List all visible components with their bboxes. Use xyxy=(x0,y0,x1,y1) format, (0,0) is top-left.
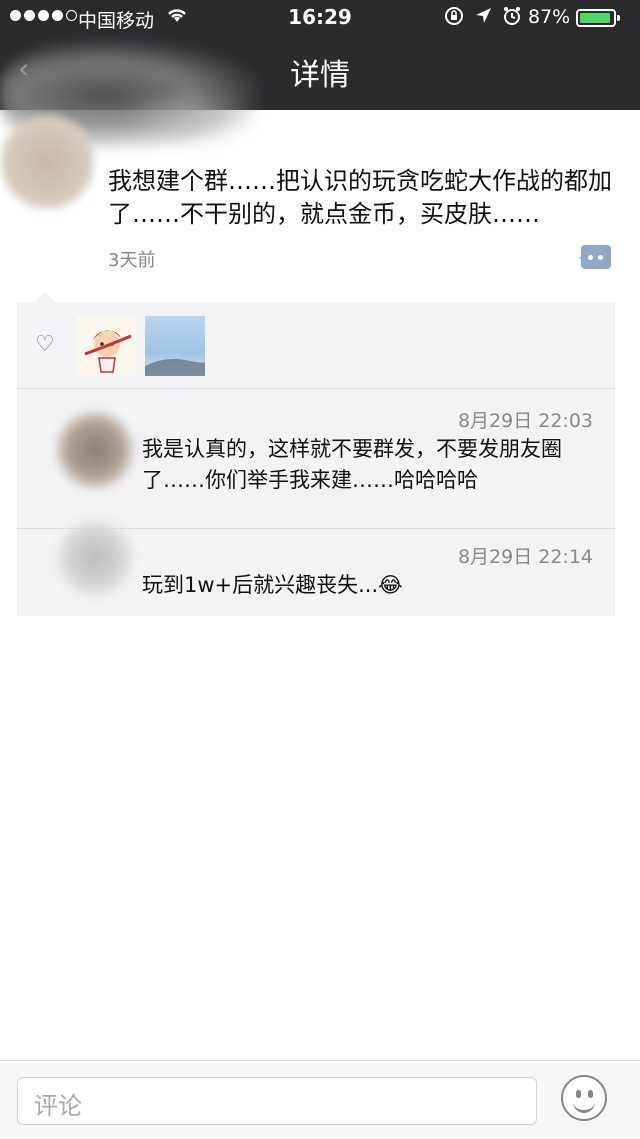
comment-item[interactable]: 8月29日 22:14 玩到1w+后就兴趣丧失...😂 xyxy=(17,518,615,616)
lock-rotation-icon xyxy=(444,6,464,31)
redaction-scribble xyxy=(120,90,260,150)
liker-avatar[interactable] xyxy=(77,316,137,376)
emoji-button[interactable] xyxy=(561,1075,607,1121)
location-icon xyxy=(474,6,492,31)
comment-input[interactable]: 评论 xyxy=(17,1077,537,1125)
post-text: 我想建个群……把认识的玩贪吃蛇大作战的都加了……不干别的，就点金币，买皮肤…… xyxy=(108,167,612,228)
comment-text: 我是认真的，这样就不要群发，不要发朋友圈了……你们举手我来建……哈哈哈哈 xyxy=(142,437,562,492)
comment-input-bar: 评论 xyxy=(0,1060,640,1139)
likes-comments-panel: ♡ 8月29日 22:03 我是认真的，这样就不要群发，不要发朋友圈了……你们举… xyxy=(17,292,615,616)
comment-item[interactable]: 8月29日 22:03 我是认真的，这样就不要群发，不要发朋友圈了……你们举手我… xyxy=(17,388,615,529)
liker-avatar[interactable] xyxy=(145,316,205,376)
alarm-icon xyxy=(502,6,522,31)
battery-icon xyxy=(576,9,620,27)
status-bar: 中国移动 16:29 87% xyxy=(0,0,640,36)
comment-time: 8月29日 22:14 xyxy=(457,546,593,568)
likes-row: ♡ xyxy=(17,302,615,389)
comment-time: 8月29日 22:03 xyxy=(457,410,593,432)
heart-icon: ♡ xyxy=(35,332,55,357)
post-time: 3天前 xyxy=(108,250,156,271)
comment-button[interactable] xyxy=(579,245,611,269)
commenter-avatar[interactable] xyxy=(55,518,135,598)
battery-percent: 87% xyxy=(528,6,571,28)
comment-text: 玩到1w+后就兴趣丧失...😂 xyxy=(142,573,403,597)
commenter-avatar[interactable] xyxy=(55,410,135,490)
poster-avatar[interactable] xyxy=(0,112,95,212)
